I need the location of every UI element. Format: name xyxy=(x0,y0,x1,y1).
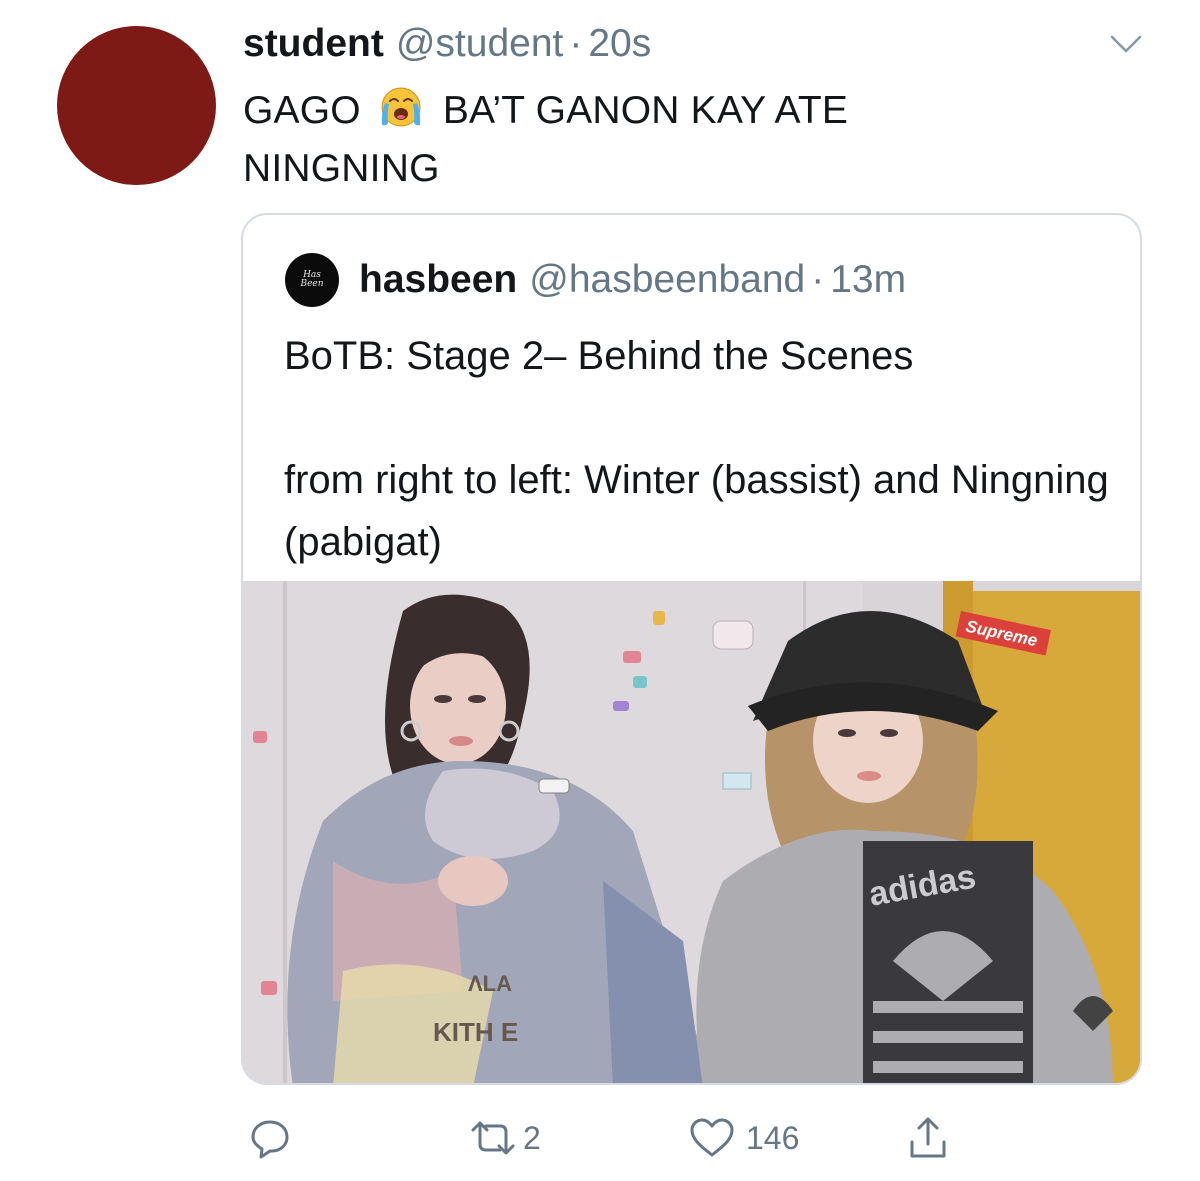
quoted-avatar-text-bottom: Been xyxy=(300,279,324,289)
tweet-header: student @student · 20s xyxy=(243,22,651,74)
retweet-count: 2 xyxy=(523,1119,541,1156)
share-button[interactable] xyxy=(906,1108,950,1168)
tweet-actions: 2 146 xyxy=(0,1108,1200,1168)
display-name[interactable]: student xyxy=(243,22,384,66)
quoted-handle[interactable]: @hasbeenband xyxy=(529,258,805,302)
heart-icon xyxy=(688,1116,736,1160)
chevron-down-icon[interactable] xyxy=(1108,32,1144,56)
timestamp[interactable]: 20s xyxy=(588,22,651,66)
like-count: 146 xyxy=(746,1119,800,1156)
retweet-button[interactable]: 2 xyxy=(467,1108,541,1168)
crying-face-icon xyxy=(373,85,429,129)
quoted-avatar[interactable]: Has Been xyxy=(285,253,339,307)
handle[interactable]: @student xyxy=(396,22,564,66)
quoted-tweet-header: Has Been hasbeen @hasbeenband · 13m xyxy=(285,253,906,307)
avatar[interactable] xyxy=(57,26,216,185)
tweet-text-part2: BA’T GANON KAY ATE xyxy=(442,89,849,132)
tweet-text-line2: NINGNING xyxy=(243,147,440,190)
quoted-photo[interactable]: ΛLA KITH E Supreme adidas xyxy=(243,581,1140,1083)
reply-icon xyxy=(248,1116,292,1160)
quoted-timestamp[interactable]: 13m xyxy=(830,258,906,302)
quoted-separator-dot: · xyxy=(811,258,825,301)
retweet-icon xyxy=(467,1116,519,1160)
tweet-text-part1: GAGO xyxy=(243,89,361,132)
like-button[interactable]: 146 xyxy=(688,1108,799,1168)
quoted-tweet-text: BoTB: Stage 2– Behind the Scenes from ri… xyxy=(284,334,1109,564)
quoted-tweet-card[interactable]: Has Been hasbeen @hasbeenband · 13m BoTB… xyxy=(241,213,1142,1085)
quoted-display-name[interactable]: hasbeen xyxy=(359,258,517,302)
separator-dot: · xyxy=(569,22,583,65)
share-icon xyxy=(906,1114,950,1162)
reply-button[interactable] xyxy=(248,1108,302,1168)
tweet-text: GAGO BA’T GANON KAY ATE NINGNING xyxy=(243,82,1103,198)
